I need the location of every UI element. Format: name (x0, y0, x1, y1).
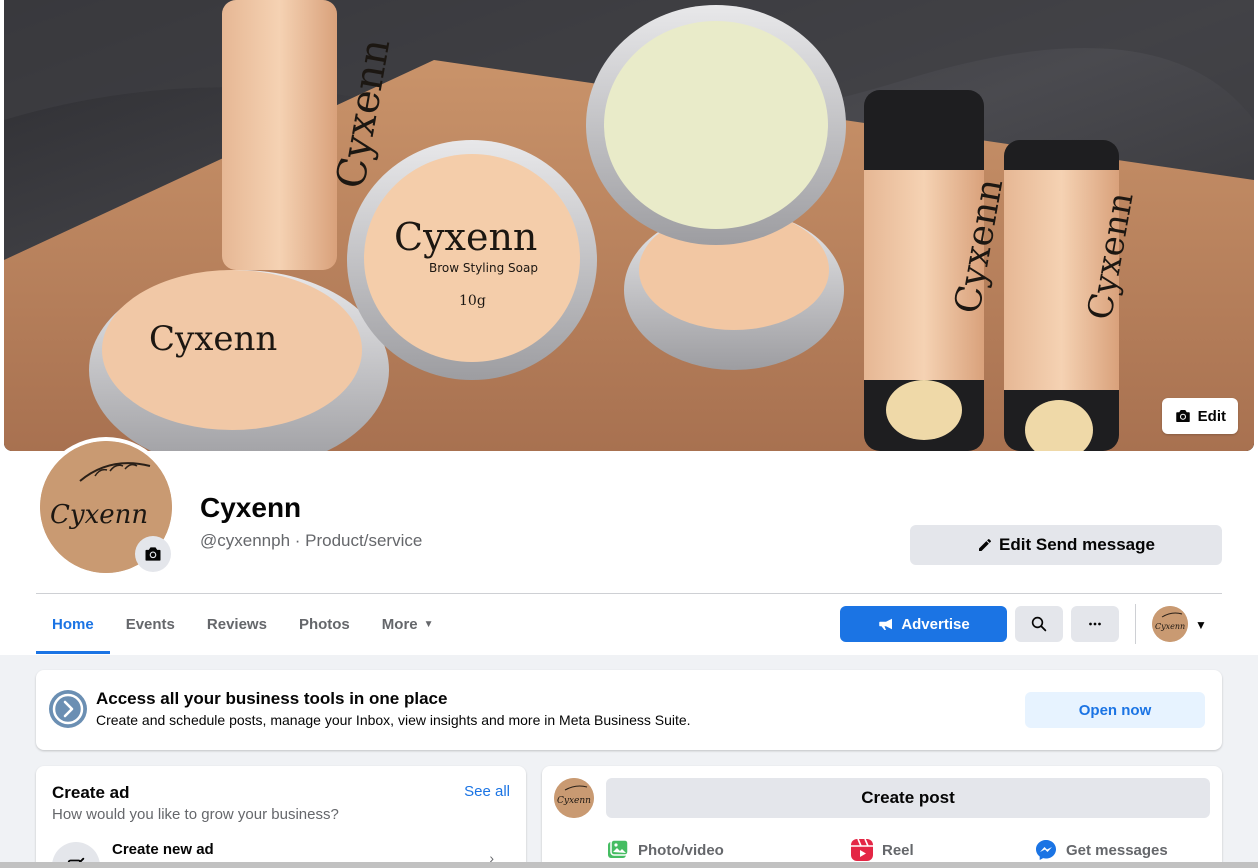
search-button[interactable] (1015, 606, 1063, 642)
create-post-card: Cyxenn Create post Photo/video Reel Get … (542, 766, 1222, 868)
center-jar-weight: 10g (459, 293, 486, 309)
advertise-label: Advertise (901, 615, 970, 633)
tab-home[interactable]: Home (36, 594, 110, 654)
edit-send-message-label: Edit Send message (999, 535, 1155, 554)
business-suite-banner: Access all your business tools in one pl… (36, 670, 1222, 750)
messenger-icon (1036, 840, 1056, 860)
horizontal-scrollbar[interactable] (0, 862, 1258, 868)
edit-cover-button[interactable]: Edit (1161, 398, 1238, 434)
cover-photo[interactable]: Cyxenn Cyxenn Cyxenn Brow Styling Soap 1… (4, 0, 1254, 451)
create-ad-title: Create ad (52, 783, 130, 802)
create-post-button[interactable]: Create post (606, 778, 1210, 818)
see-all-link[interactable]: See all (464, 783, 510, 800)
avatar-brand-text: Cyxenn (50, 500, 148, 530)
avatar-logo: Cyxenn (1152, 606, 1188, 642)
post-composer-avatar[interactable]: Cyxenn (554, 778, 594, 818)
tab-home-label: Home (52, 615, 94, 633)
camera-icon (145, 547, 161, 561)
tab-more-label: More (381, 615, 418, 633)
camera-icon (1175, 410, 1190, 422)
account-switcher-caret-icon[interactable]: ▼ (1195, 618, 1207, 632)
reel-label: Reel (882, 841, 914, 859)
photo-video-label: Photo/video (638, 841, 724, 859)
get-messages-label: Get messages (1066, 841, 1168, 859)
mini-avatar-text: Cyxenn (1155, 622, 1185, 631)
create-ad-subtitle: How would you like to grow your business… (52, 806, 339, 823)
edit-cover-label: Edit (1197, 407, 1226, 425)
advertise-button[interactable]: Advertise (840, 606, 1007, 642)
edit-send-message-button[interactable]: Edit Send message (910, 525, 1222, 565)
ellipsis-icon (1089, 622, 1101, 626)
tab-reviews[interactable]: Reviews (191, 594, 283, 654)
page-subtitle: @cyxennph · Product/service (200, 531, 423, 550)
center-jar-caption: Brow Styling Soap (429, 261, 538, 275)
tab-photos[interactable]: Photos (283, 594, 366, 654)
update-profile-picture-button[interactable] (135, 536, 171, 572)
page-title: Cyxenn (200, 492, 302, 523)
banner-title: Access all your business tools in one pl… (96, 689, 448, 708)
caret-down-icon: ▼ (423, 618, 434, 630)
post-avatar-text: Cyxenn (557, 796, 591, 806)
search-icon (1031, 616, 1047, 632)
actions-divider (1135, 604, 1136, 644)
small-jar-brand-text: Cyxenn (149, 319, 277, 359)
account-switcher-avatar[interactable]: Cyxenn (1152, 606, 1188, 642)
more-options-button[interactable] (1071, 606, 1119, 642)
megaphone-icon (879, 618, 893, 630)
photo-icon (608, 839, 629, 858)
create-new-ad-label: Create new ad (112, 841, 214, 858)
tab-reviews-label: Reviews (206, 615, 267, 633)
tab-events[interactable]: Events (110, 594, 191, 654)
photo-video-button[interactable]: Photo/video (606, 838, 724, 862)
pencil-icon (979, 538, 992, 551)
create-ad-card: Create ad See all How would you like to … (36, 766, 526, 868)
avatar-logo: Cyxenn (554, 778, 594, 818)
center-jar-brand-text: Cyxenn (394, 215, 537, 259)
tab-photos-label: Photos (298, 615, 350, 633)
open-now-button[interactable]: Open now (1025, 692, 1205, 728)
banner-description: Create and schedule posts, manage your I… (96, 712, 691, 728)
page-header: Cyxenn Cyxenn Cyxenn Brow Styling Soap 1… (0, 0, 1258, 655)
reel-icon (851, 838, 873, 861)
page-tabs: Home Events Reviews Photos More ▼ (36, 594, 450, 654)
reel-button[interactable]: Reel (850, 838, 914, 862)
get-messages-button[interactable]: Get messages (1034, 838, 1168, 862)
tab-events-label: Events (125, 615, 175, 633)
cover-image: Cyxenn Cyxenn Cyxenn Brow Styling Soap 1… (4, 0, 1254, 451)
tab-more[interactable]: More ▼ (366, 594, 450, 654)
business-suite-icon (49, 690, 87, 728)
